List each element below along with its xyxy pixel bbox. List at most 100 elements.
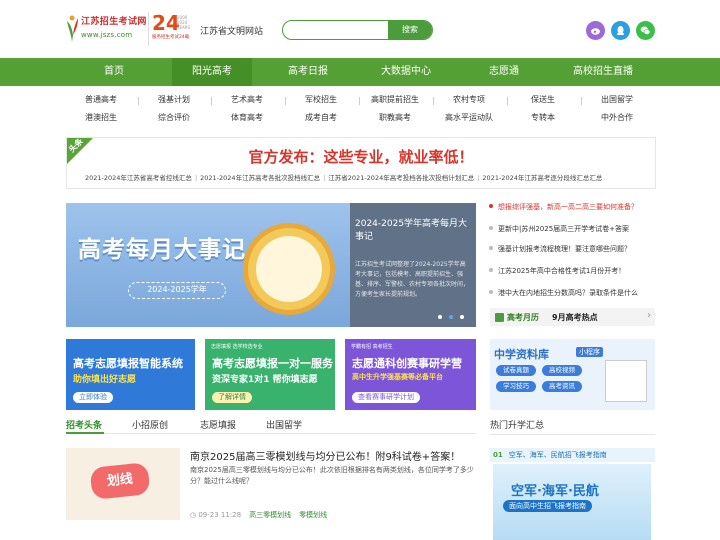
- card4-button[interactable]: 学习技巧: [496, 381, 536, 392]
- card-button[interactable]: 查看赛事研学计划: [352, 392, 420, 403]
- hot-item[interactable]: 01 空军、海军、民航招飞报考指南: [490, 448, 655, 462]
- card-title: 高考志愿填报一对一服务: [212, 357, 333, 370]
- weibo-icon[interactable]: [586, 21, 605, 40]
- subnav-item[interactable]: 专转本: [508, 112, 578, 123]
- tab-volunteer[interactable]: 志愿填报: [200, 418, 236, 431]
- article-thumbnail[interactable]: 划线: [66, 448, 180, 520]
- article-meta: ◷ 09-23 11:28 高三零模划线 零模划线: [190, 510, 327, 520]
- hero-caption-desc: 江苏招生考试网整理了2024-2025学年高考大事记，包括模考、高职提前招生、强…: [355, 261, 470, 298]
- logo-url: www.jszs.com: [81, 31, 133, 39]
- news-item[interactable]: 强基计划报考流程梳理！要注意哪些问题？: [487, 244, 631, 258]
- qr-code-icon: [605, 360, 647, 402]
- tab-study-abroad[interactable]: 出国留学: [266, 418, 302, 431]
- card-subtitle: 资深专家1对1 帮你填志愿: [212, 375, 318, 385]
- article-title[interactable]: 南京2025届高三零模划线与均分已公布！附9科试卷+答案！: [190, 448, 476, 463]
- subnav-item[interactable]: 出国留学: [582, 94, 652, 105]
- headline-link[interactable]: 2021-2024年江苏省高考省控线汇总: [85, 174, 192, 182]
- nav-live[interactable]: 高校招生直播: [558, 58, 648, 86]
- card4-button[interactable]: 高校视频: [542, 365, 582, 376]
- card-small: 学霸有招 高考招生: [351, 344, 393, 350]
- wechat-icon[interactable]: [636, 21, 655, 40]
- nav-sunshine-gaokao[interactable]: 阳光高考: [172, 58, 252, 86]
- subnav-item[interactable]: 综合评价: [139, 112, 209, 123]
- subnav-item[interactable]: 高水平运动队: [434, 112, 504, 123]
- article-tabs: 招考头条 小招原创 志愿填报 出国留学: [66, 418, 476, 434]
- bullet-icon: [489, 290, 493, 294]
- subnav-item[interactable]: 强基计划: [139, 94, 209, 105]
- promo-card-material-library[interactable]: 中学资料库 小程序 试卷真题 高校视频 学习技巧 高考资讯: [490, 339, 655, 410]
- logo-years-side: 2000 2024 YEARS: [177, 15, 191, 30]
- headline-link[interactable]: 江苏省2021-2024年高考投档各批次投档计划汇总: [328, 174, 474, 182]
- tab-active-indicator: [66, 432, 104, 434]
- promo-card-research-camp[interactable]: 学霸有招 高考招生 志愿通科创赛事研学营 高中生升学强基赛等必备平台 查看赛事研…: [345, 339, 476, 410]
- article-tag[interactable]: 高三零模划线: [249, 511, 291, 519]
- subnav-item[interactable]: 高职提前招生: [360, 94, 430, 105]
- news-item-text: 想报综评强基，新高一高二高三要如何准备？: [498, 203, 638, 211]
- card4-title: 中学资料库: [494, 348, 549, 361]
- card-button[interactable]: 了解详情: [212, 392, 252, 403]
- promo-card-one-on-one[interactable]: 志愿填报 选学校选专业 高考志愿填报一对一服务 资深专家1对1 帮你填志愿 了解…: [205, 339, 335, 410]
- calendar-text: 9月高考热点: [552, 313, 598, 322]
- hero-caption: 2024-2025学年高考每月大事记 江苏招生考试网整理了2024-2025学年…: [350, 203, 476, 327]
- headline-link[interactable]: 2021-2024年江苏高考各批次投档线汇总: [200, 174, 320, 182]
- divider: [285, 97, 286, 105]
- subnav-item[interactable]: 保送生: [508, 94, 578, 105]
- subnav-item[interactable]: 成考自考: [286, 112, 356, 123]
- bullet-icon: [489, 246, 493, 250]
- news-item-featured[interactable]: 想报综评强基，新高一高二高三要如何准备？: [487, 202, 638, 216]
- bullet-icon: [489, 204, 493, 208]
- divider: [138, 97, 139, 105]
- card-subtitle: 助你填出好志愿: [73, 375, 137, 385]
- card4-button[interactable]: 试卷真题: [496, 365, 536, 376]
- headline-link[interactable]: 2021-2024年江苏高考逐分段线汇总汇总: [482, 174, 602, 182]
- calendar-label: 高考月历: [507, 313, 539, 322]
- promo-card-smart-system[interactable]: 高考志愿填报智能系统 助你填出好志愿 立即体验: [66, 339, 195, 410]
- divider: [581, 97, 582, 105]
- headline-title[interactable]: 官方发布：这些专业，就业率低！: [67, 146, 655, 167]
- subnav-item[interactable]: 普通高考: [66, 94, 136, 105]
- card-title: 志愿通科创赛事研学营: [352, 357, 462, 370]
- tab-original[interactable]: 小招原创: [132, 418, 168, 431]
- hero-carousel[interactable]: 高考每月大事记 2024-2025学年 2024-2025学年高考每月大事记 江…: [66, 203, 476, 327]
- subnav-item[interactable]: 中外合作: [582, 112, 652, 123]
- subnav-item[interactable]: 农村专项: [434, 94, 504, 105]
- gaokao-calendar[interactable]: 高考月历 9月高考热点 ›: [490, 308, 655, 326]
- news-item[interactable]: 江苏2025年高中合格性考试1月份开考！: [487, 266, 625, 280]
- site-logo[interactable]: 江苏招生考试网 www.jszs.com 24 2000 2024 YEARS …: [66, 12, 194, 46]
- nav-home[interactable]: 首页: [76, 58, 152, 86]
- search-box: 搜索: [282, 20, 433, 40]
- card-button[interactable]: 立即体验: [73, 392, 113, 403]
- subnav-item[interactable]: 职教高考: [360, 112, 430, 123]
- tab-headlines[interactable]: 招考头条: [66, 418, 102, 431]
- nav-gaokao-daily[interactable]: 高考日报: [270, 58, 346, 86]
- divider: [359, 97, 360, 105]
- hot-image-title: 空军·海军·民航: [511, 484, 599, 499]
- carousel-dot-active[interactable]: [449, 315, 453, 319]
- carousel-dot[interactable]: [438, 315, 442, 319]
- hot-item-image[interactable]: 空军·海军·民航 面向高中生招飞报考指南: [493, 464, 651, 540]
- article-tag[interactable]: 零模划线: [299, 511, 327, 519]
- nav-big-data[interactable]: 大数据中心: [366, 58, 446, 86]
- subnav-item[interactable]: 体育高考: [212, 112, 282, 123]
- card-title: 高考志愿填报智能系统: [73, 357, 183, 370]
- search-input[interactable]: [289, 23, 389, 37]
- site-header: 江苏招生考试网 www.jszs.com 24 2000 2024 YEARS …: [0, 0, 720, 58]
- subnav-item[interactable]: 艺术高考: [212, 94, 282, 105]
- subnav-item[interactable]: 军校招生: [286, 94, 356, 105]
- search-button[interactable]: 搜索: [388, 21, 432, 39]
- hero-caption-title[interactable]: 2024-2025学年高考每月大事记: [355, 218, 471, 244]
- logo-anniversary: 24 2000 2024 YEARS 服务招生考试24载: [148, 12, 194, 46]
- subnav-item[interactable]: 港澳招生: [66, 112, 136, 123]
- news-item[interactable]: 港中大在内地招生分数高吗？录取条件是什么: [487, 288, 638, 302]
- divider: [490, 434, 655, 435]
- nav-zhiyuantong[interactable]: 志愿通: [468, 58, 540, 86]
- headline-panel: 头条 官方发布：这些专业，就业率低！ 2021-2024年江苏省高考省控线汇总 |…: [66, 137, 656, 189]
- article-desc: 南京2025届高三零模划线与均分已公布！此次依旧根据排名有两类划线，各位同学考了…: [190, 466, 474, 485]
- news-item[interactable]: 更新中|苏州2025届高三开学考试卷+答案: [487, 224, 629, 238]
- card4-button[interactable]: 高考资讯: [542, 381, 582, 392]
- hot-image-sub: 面向高中生招飞报考指南: [503, 500, 592, 512]
- qq-icon[interactable]: [611, 21, 630, 40]
- article-thumbnail-label: 划线: [89, 462, 151, 500]
- carousel-dot[interactable]: [460, 315, 464, 319]
- hot-item-text: 空军、海军、民航招飞报考指南: [508, 451, 607, 459]
